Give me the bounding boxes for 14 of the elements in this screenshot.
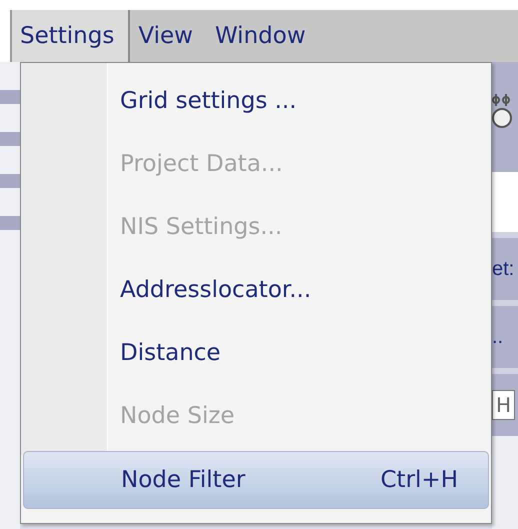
menu-item[interactable]: Addresslocator... [23, 258, 489, 321]
text-field[interactable]: H [492, 390, 516, 420]
ellipsis-text: .. [492, 326, 504, 348]
menu-title[interactable]: View [130, 10, 207, 62]
menu-item[interactable]: Grid settings ... [23, 69, 489, 132]
field-label: et: [492, 258, 514, 280]
toolbar-band [0, 174, 20, 188]
toolbar-band [0, 216, 20, 230]
menu-item[interactable]: Distance [23, 321, 489, 384]
toolbar-band [0, 90, 20, 104]
toolbar-band [0, 132, 20, 146]
menu-title[interactable]: Window [206, 10, 320, 62]
menu-item[interactable]: Node Filter Ctrl+H [23, 451, 489, 509]
menu-title[interactable]: Settings [12, 10, 130, 62]
